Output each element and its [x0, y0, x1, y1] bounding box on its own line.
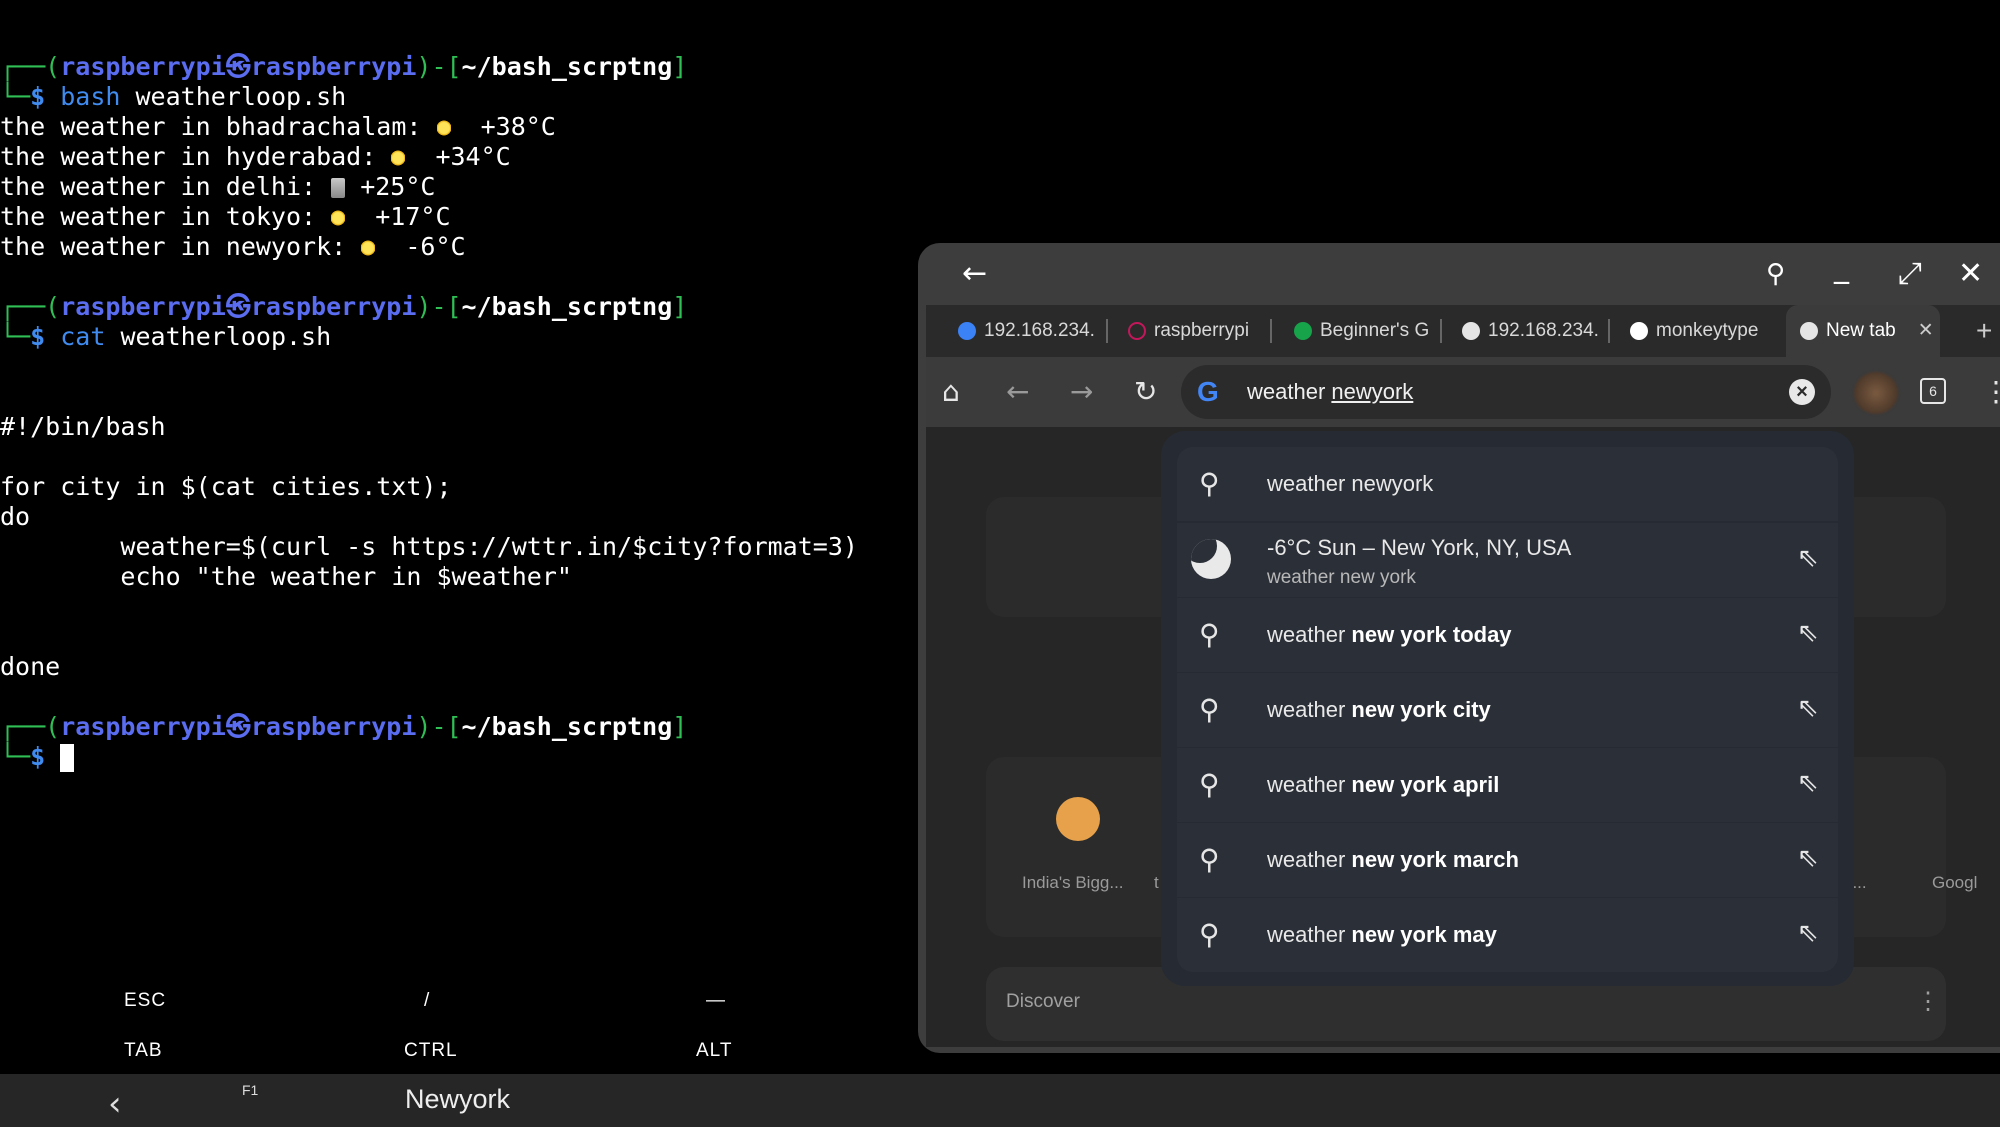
alt-key[interactable]: ALT [696, 1040, 732, 1062]
suggestion-item[interactable]: ⚲ weather new york may ⇖ [1177, 898, 1838, 972]
ctrl-key[interactable]: CTRL [404, 1040, 458, 1062]
output-line: the weather in newyork: -6°C [0, 232, 466, 261]
sun-icon [391, 148, 406, 168]
new-tab-plus-icon[interactable]: + [1976, 305, 2000, 357]
output-line: the weather in tokyo: +17°C [0, 202, 451, 231]
google-favicon-icon [1630, 321, 1648, 340]
chrome-favicon-icon [1800, 321, 1818, 340]
script-line: #!/bin/bash [0, 412, 166, 441]
suggestion-item[interactable]: ⚲ weather new york march ⇖ [1177, 823, 1838, 897]
raspberry-favicon-icon [1128, 321, 1146, 340]
sun-icon [436, 118, 451, 138]
output-line: the weather in delhi: +25°C [0, 172, 436, 201]
tab-switcher-button[interactable]: 6 [1920, 378, 1946, 404]
esc-key[interactable]: ESC [124, 990, 166, 1012]
cloud-icon [331, 178, 346, 198]
command-line: └─$ cat weatherloop.sh [0, 322, 332, 351]
shortcut-label[interactable]: Googl [1932, 873, 1977, 893]
slash-key[interactable]: / [424, 990, 430, 1012]
minimize-icon[interactable]: _ [1834, 253, 1849, 283]
tab-strip: 192.168.234.1 raspberrypi Beginner's G 1… [926, 305, 2000, 357]
tab-key[interactable]: TAB [124, 1040, 163, 1062]
suggestion-item[interactable]: ⚲ weather new york april ⇖ [1177, 748, 1838, 822]
script-line: done [0, 652, 61, 681]
script-line: weather=$(curl -s https://wttr.in/$city?… [0, 532, 858, 561]
tab-monkeytype[interactable]: monkeytype [1630, 305, 1770, 357]
tab-raspberrypi[interactable]: raspberrypi [1128, 305, 1258, 357]
script-line: do [0, 502, 31, 531]
prompt-line: ┌──(raspberrypi㉿raspberrypi)-[~/bash_scr… [0, 712, 688, 741]
output-line: the weather in hyderabad: +34°C [0, 142, 511, 171]
prompt-line: ┌──(raspberrypi㉿raspberrypi)-[~/bash_scr… [0, 292, 688, 321]
suggestion-item[interactable]: ⚲ weather new york today ⇖ [1177, 598, 1838, 672]
search-icon: ⚲ [1199, 467, 1220, 500]
browser-toolbar: ⌂ ← → ↻ G weather newyork × 6 ⋮ [926, 357, 2000, 427]
search-icon: ⚲ [1199, 693, 1220, 726]
script-line: for city in $(cat cities.txt); [0, 472, 452, 501]
tab-192-2[interactable]: 192.168.234.1 [1462, 305, 1598, 357]
address-bar[interactable]: G weather newyork × [1181, 365, 1831, 419]
overflow-menu-icon[interactable]: ⋮ [1982, 375, 2000, 408]
pin-icon[interactable]: ⚲ [1766, 259, 1785, 289]
shortcut-label[interactable]: India's Bigg... [1022, 873, 1124, 893]
omnibox-suggestions: ⚲ weather newyork -6°C Sun – New York, N… [1161, 431, 1854, 986]
tab-192-1[interactable]: 192.168.234.1 [958, 305, 1096, 357]
shortcut-favicon-icon [1056, 797, 1100, 841]
close-tab-icon[interactable]: ✕ [1918, 320, 1934, 341]
globe-icon [1462, 321, 1480, 340]
discover-menu-icon[interactable]: ⋮ [1916, 987, 1940, 1016]
n-favicon-icon [1294, 321, 1312, 340]
script-line: echo "the weather in $weather" [0, 562, 572, 591]
search-icon: ⚲ [1199, 618, 1220, 651]
close-icon[interactable]: ✕ [1958, 259, 1983, 289]
dash-key[interactable]: — [706, 990, 726, 1012]
arrow-up-left-icon[interactable]: ⇖ [1797, 543, 1819, 573]
arrow-up-left-icon[interactable]: ⇖ [1797, 843, 1819, 873]
tab-beginners-guide[interactable]: Beginner's G [1294, 305, 1432, 357]
back-arrow-icon[interactable]: ← [962, 259, 987, 289]
sun-icon [361, 238, 376, 258]
forward-icon[interactable]: → [1070, 375, 1093, 408]
arrow-up-left-icon[interactable]: ⇖ [1797, 693, 1819, 723]
shortcut-label[interactable]: t [1154, 873, 1159, 893]
word-suggestion[interactable]: Newyork [405, 1084, 510, 1115]
favicon-icon [958, 321, 976, 340]
back-icon[interactable]: ← [1006, 375, 1029, 408]
command-line: └─$ bash weatherloop.sh [0, 82, 347, 111]
google-icon: G [1197, 376, 1219, 407]
reload-icon[interactable]: ↻ [1134, 375, 1157, 408]
moon-icon [1191, 539, 1231, 579]
clear-input-icon[interactable]: × [1789, 379, 1815, 405]
search-icon: ⚲ [1199, 843, 1220, 876]
window-controls: ← ⚲ _ ⤢ ✕ [918, 243, 2000, 305]
sun-icon [331, 208, 346, 228]
keyboard-suggestion-bar: ‹ F1 Newyork [0, 1074, 2000, 1127]
avatar[interactable] [1854, 372, 1898, 414]
search-icon: ⚲ [1199, 918, 1220, 951]
output-line: the weather in bhadrachalam: +38°C [0, 112, 556, 141]
maximize-icon[interactable]: ⤢ [1898, 259, 1922, 289]
discover-label: Discover [1006, 991, 1080, 1012]
prompt-line: ┌──(raspberrypi㉿raspberrypi)-[~/bash_scr… [0, 52, 688, 81]
suggestion-item[interactable]: ⚲ weather new york city ⇖ [1177, 673, 1838, 747]
weather-suggestion[interactable]: -6°C Sun – New York, NY, USA weather new… [1177, 523, 1838, 597]
suggestion-item[interactable]: ⚲ weather newyork [1177, 447, 1838, 521]
terminal-cursor [60, 744, 75, 772]
arrow-up-left-icon[interactable]: ⇖ [1797, 618, 1819, 648]
arrow-up-left-icon[interactable]: ⇖ [1797, 768, 1819, 798]
back-chevron-icon[interactable]: ‹ [108, 1084, 122, 1124]
address-bar-text[interactable]: weather newyork [1247, 379, 1413, 405]
tab-new-tab[interactable]: New tab ✕ [1786, 305, 1940, 357]
command-line[interactable]: └─$ [0, 742, 75, 772]
f1-key[interactable]: F1 [242, 1082, 258, 1098]
arrow-up-left-icon[interactable]: ⇖ [1797, 918, 1819, 948]
home-icon[interactable]: ⌂ [942, 375, 960, 408]
search-icon: ⚲ [1199, 768, 1220, 801]
